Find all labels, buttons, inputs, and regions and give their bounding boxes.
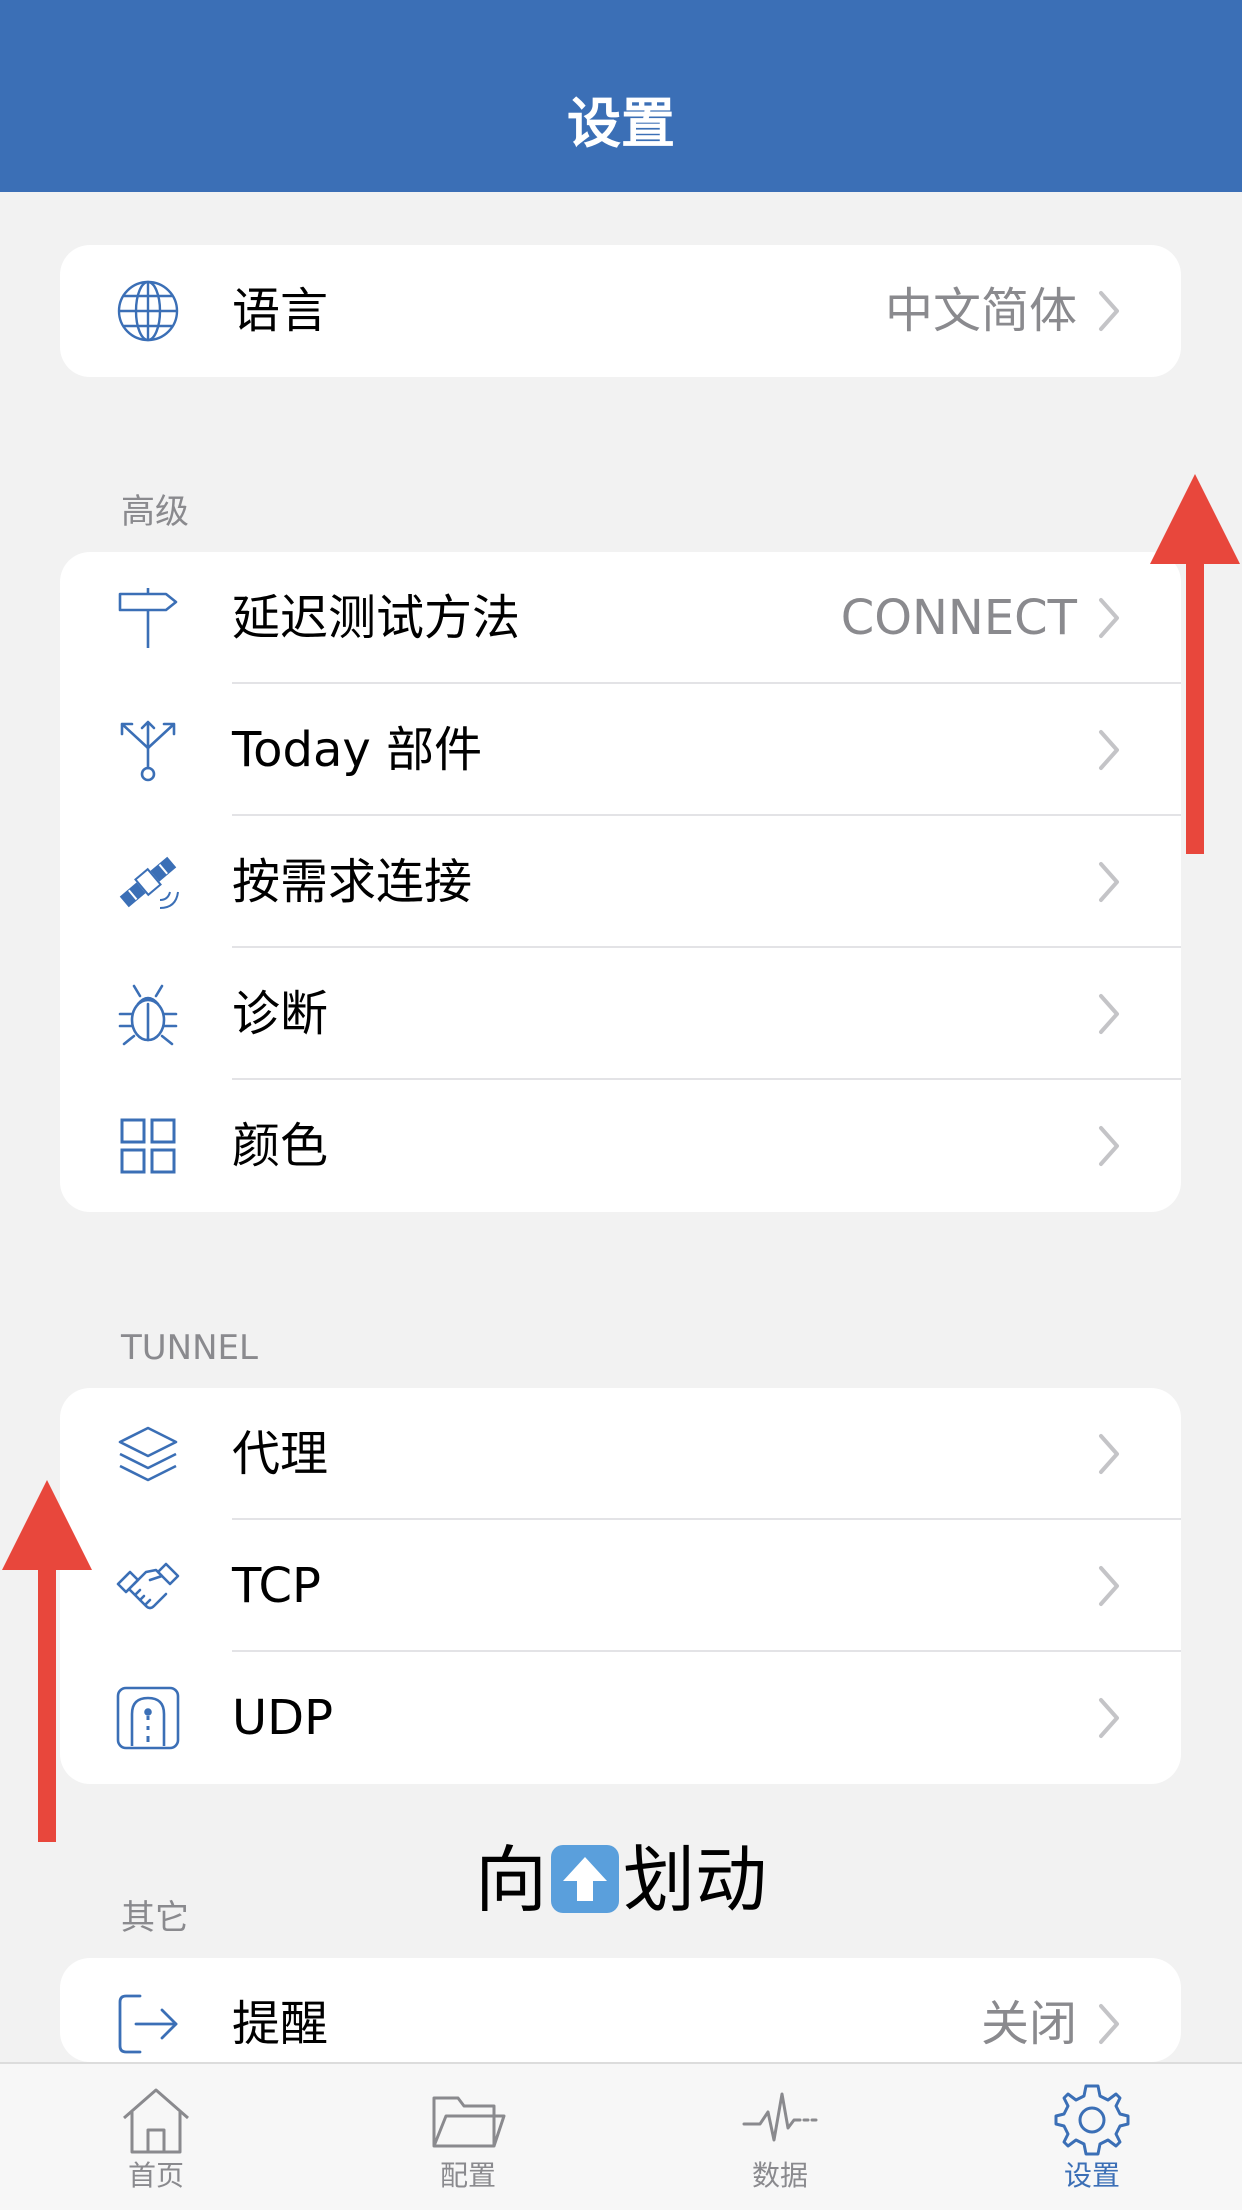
today-widget-row[interactable]: Today 部件 (60, 684, 1181, 816)
chevron-right-icon (1097, 596, 1121, 640)
advanced-card: 延迟测试方法 CONNECT Today 部件 按需求连接 诊断 颜色 (60, 552, 1181, 1212)
swipe-up-arrow-left (2, 1480, 92, 1842)
signpost-icon (116, 586, 180, 650)
reminder-label: 提醒 (232, 1996, 329, 2052)
chevron-right-icon (1097, 992, 1121, 1036)
handshake-icon (116, 1554, 180, 1618)
on-demand-row[interactable]: 按需求连接 (60, 816, 1181, 948)
satellite-icon (116, 850, 180, 914)
section-header-tunnel: TUNNEL (121, 1328, 258, 1368)
up-arrow-emoji-icon (551, 1845, 619, 1913)
gear-icon (1054, 2084, 1130, 2156)
language-card: 语言 中文简体 (60, 245, 1181, 377)
proxy-row[interactable]: 代理 (60, 1388, 1181, 1520)
fork-icon (116, 718, 180, 782)
color-label: 颜色 (232, 1118, 329, 1174)
chevron-right-icon (1097, 2002, 1121, 2046)
nav-bar: 设置 (0, 0, 1242, 192)
tab-home-label: 首页 (127, 2159, 184, 2192)
other-card: 提醒 关闭 (60, 1958, 1181, 2062)
swipe-hint-text: 向划动 (0, 1838, 1242, 1922)
chevron-right-icon (1097, 1564, 1121, 1608)
tcp-row[interactable]: TCP (60, 1520, 1181, 1652)
bug-icon (116, 982, 180, 1046)
home-icon (118, 2084, 194, 2156)
grid-icon (116, 1114, 180, 1178)
tcp-label: TCP (232, 1558, 321, 1614)
latency-test-row[interactable]: 延迟测试方法 CONNECT (60, 552, 1181, 684)
chevron-right-icon (1097, 1432, 1121, 1476)
chevron-right-icon (1097, 289, 1121, 333)
tab-config-label: 配置 (439, 2159, 496, 2192)
tunnel-card: 代理 TCP UDP (60, 1388, 1181, 1784)
tab-settings[interactable]: 设置 (992, 2064, 1192, 2210)
tab-data[interactable]: 数据 (680, 2064, 880, 2210)
reminder-row[interactable]: 提醒 关闭 (60, 1958, 1181, 2062)
page-title: 设置 (567, 92, 675, 155)
section-header-advanced: 高级 (121, 492, 189, 532)
proxy-label: 代理 (232, 1426, 329, 1482)
swipe-hint-after: 划动 (623, 1838, 768, 1922)
reminder-value: 关闭 (980, 1996, 1077, 2052)
tab-config[interactable]: 配置 (368, 2064, 568, 2210)
latency-test-value: CONNECT (840, 590, 1077, 646)
chevron-right-icon (1097, 1124, 1121, 1168)
language-label: 语言 (232, 283, 329, 339)
folder-icon (430, 2084, 506, 2156)
tab-data-label: 数据 (751, 2159, 808, 2192)
latency-test-label: 延迟测试方法 (232, 590, 521, 646)
language-row[interactable]: 语言 中文简体 (60, 245, 1181, 377)
chevron-right-icon (1097, 1696, 1121, 1740)
tunnel-icon (116, 1686, 180, 1750)
layers-icon (116, 1422, 180, 1486)
udp-label: UDP (232, 1690, 334, 1746)
tab-settings-label: 设置 (1063, 2159, 1120, 2192)
tab-home[interactable]: 首页 (56, 2064, 256, 2210)
on-demand-label: 按需求连接 (232, 854, 473, 910)
chevron-right-icon (1097, 860, 1121, 904)
swipe-up-arrow-right (1150, 474, 1240, 854)
udp-row[interactable]: UDP (60, 1652, 1181, 1784)
swipe-hint-before: 向 (474, 1838, 547, 1922)
today-widget-label: Today 部件 (232, 722, 483, 778)
globe-icon (116, 279, 180, 343)
diagnostics-row[interactable]: 诊断 (60, 948, 1181, 1080)
diagnostics-label: 诊断 (232, 986, 329, 1042)
tab-bar: 首页 配置 数据 设置 (0, 2062, 1242, 2210)
language-value: 中文简体 (884, 283, 1077, 339)
chevron-right-icon (1097, 728, 1121, 772)
pulse-icon (742, 2084, 818, 2156)
logout-icon (116, 1992, 180, 2056)
color-row[interactable]: 颜色 (60, 1080, 1181, 1212)
